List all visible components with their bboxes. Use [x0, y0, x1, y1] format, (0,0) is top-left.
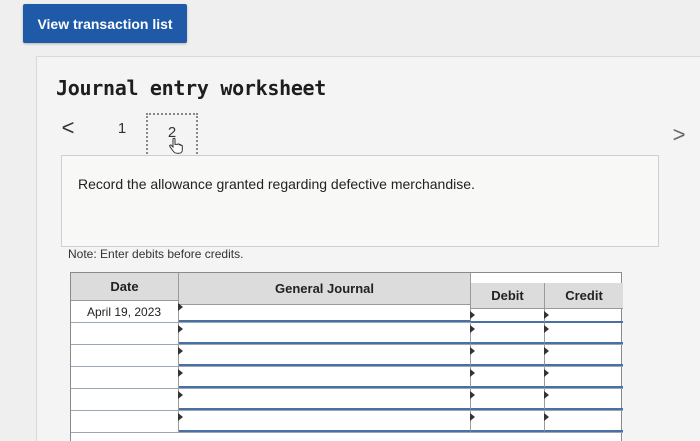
dropdown-arrow-icon	[178, 347, 183, 355]
credit-input[interactable]	[544, 323, 623, 344]
note-text: Note: Enter debits before credits.	[68, 247, 244, 261]
dropdown-arrow-icon	[178, 303, 183, 311]
page: View transaction list Journal entry work…	[0, 0, 700, 441]
date-cell	[71, 411, 179, 432]
dropdown-arrow-icon	[470, 311, 475, 319]
credit-input[interactable]	[544, 367, 623, 388]
instruction-box: Record the allowance granted regarding d…	[61, 155, 659, 247]
dropdown-arrow-icon	[544, 413, 549, 421]
dropdown-arrow-icon	[544, 391, 549, 399]
debit-input[interactable]	[470, 367, 545, 388]
credit-input[interactable]	[544, 309, 623, 323]
dropdown-arrow-icon	[470, 391, 475, 399]
credit-input[interactable]	[544, 411, 623, 432]
credit-input[interactable]	[544, 389, 623, 410]
date-cell: April 19, 2023	[71, 301, 179, 322]
table-row	[71, 367, 623, 389]
dropdown-arrow-icon	[178, 325, 183, 333]
debit-input[interactable]	[470, 345, 545, 366]
table-row	[71, 345, 623, 367]
instruction-text: Record the allowance granted regarding d…	[78, 176, 475, 192]
step-2-tab[interactable]: 2	[146, 113, 198, 157]
date-cell	[71, 323, 179, 344]
account-input[interactable]	[178, 323, 471, 344]
account-input[interactable]	[178, 389, 471, 410]
date-cell	[71, 345, 179, 366]
dropdown-arrow-icon	[544, 347, 549, 355]
account-input[interactable]	[178, 411, 471, 432]
hand-pointer-icon	[169, 137, 183, 154]
view-transaction-list-button[interactable]: View transaction list	[23, 4, 187, 43]
debit-input[interactable]	[470, 389, 545, 410]
dropdown-arrow-icon	[470, 325, 475, 333]
table-row	[71, 323, 623, 345]
dropdown-arrow-icon	[544, 325, 549, 333]
dropdown-arrow-icon	[470, 347, 475, 355]
table-row	[71, 389, 623, 411]
column-header-date: Date	[71, 273, 179, 301]
date-cell	[71, 389, 179, 410]
journal-table: Date General Journal Debit Credit April …	[70, 272, 623, 441]
worksheet-title: Journal entry worksheet	[56, 76, 327, 100]
debit-input[interactable]	[470, 411, 545, 432]
date-cell	[71, 367, 179, 388]
chevron-right-icon[interactable]: >	[667, 122, 691, 148]
dropdown-arrow-icon	[544, 311, 549, 319]
dropdown-arrow-icon	[470, 413, 475, 421]
dropdown-arrow-icon	[178, 391, 183, 399]
dropdown-arrow-icon	[544, 369, 549, 377]
table-row	[71, 411, 623, 433]
account-input[interactable]	[178, 301, 471, 322]
dropdown-arrow-icon	[178, 413, 183, 421]
debit-input[interactable]	[470, 309, 545, 323]
chevron-left-icon[interactable]: <	[58, 115, 78, 140]
credit-input[interactable]	[544, 345, 623, 366]
dropdown-arrow-icon	[470, 369, 475, 377]
debit-input[interactable]	[470, 323, 545, 344]
step-1-tab[interactable]: 1	[112, 120, 132, 140]
account-input[interactable]	[178, 367, 471, 388]
dropdown-arrow-icon	[178, 369, 183, 377]
account-input[interactable]	[178, 345, 471, 366]
table-row: April 19, 2023	[71, 301, 623, 323]
